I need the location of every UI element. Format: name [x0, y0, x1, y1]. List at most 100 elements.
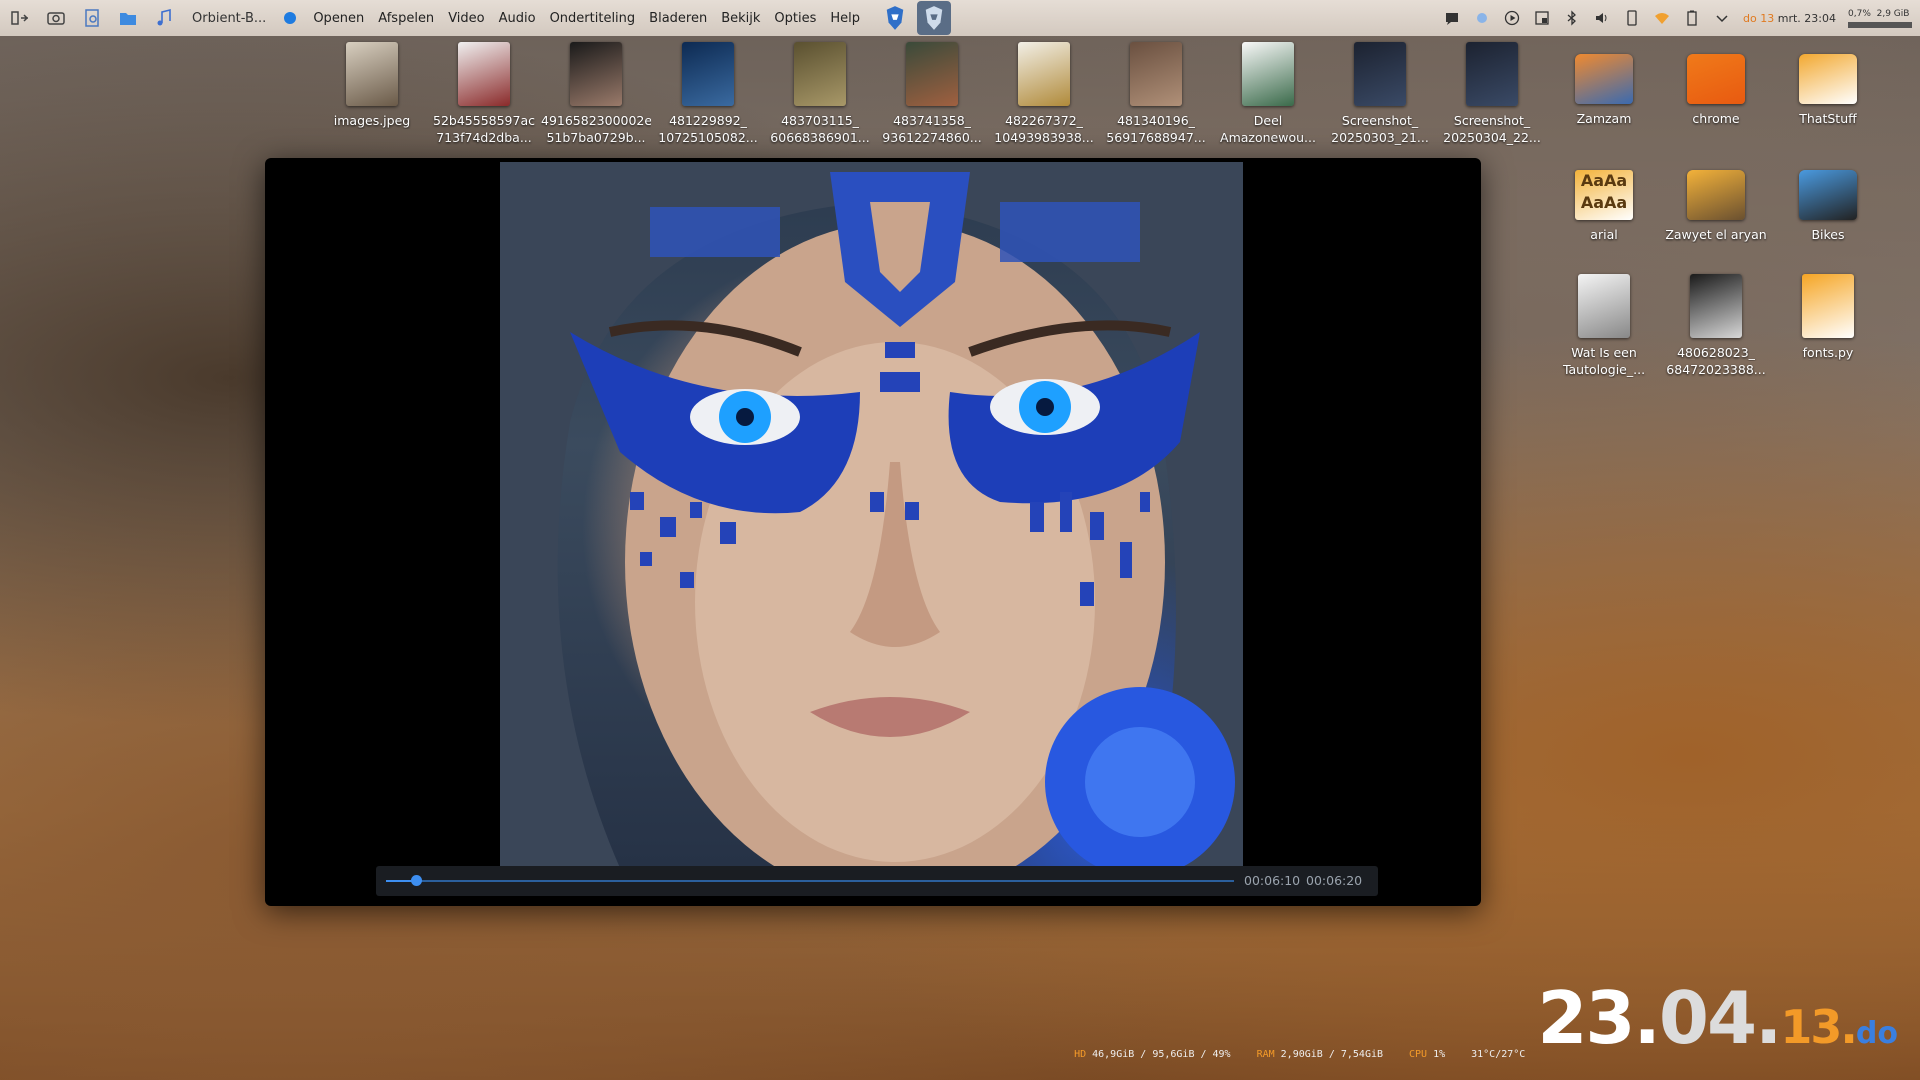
tray-mem-bar: [1848, 21, 1912, 28]
file-thumbnail: [1354, 42, 1406, 106]
desktop-icon-label-line2: 56917688947...: [1106, 130, 1206, 145]
file-thumbnail: [1018, 42, 1070, 106]
ram-label: RAM: [1256, 1049, 1275, 1060]
seek-handle[interactable]: [410, 875, 422, 886]
chevron-down-icon[interactable]: [1713, 9, 1731, 27]
menu-bar: Openen Afspelen Video Audio Ondertitelin…: [306, 11, 867, 26]
active-window-title[interactable]: Orbient-B...: [192, 11, 266, 26]
document-viewer-icon[interactable]: [80, 6, 104, 30]
temp-value: 31°C/27°C: [1471, 1049, 1526, 1060]
bluetooth-icon[interactable]: [1563, 9, 1581, 27]
system-tray: do 13 mrt. 23:04 0,7% 2,9 GiB: [1443, 0, 1912, 36]
seek-bar[interactable]: [386, 875, 1234, 886]
desktop-icon-label-line2: Amazonewou...: [1220, 130, 1316, 145]
desktop-icon-label-line2: 10725105082...: [658, 130, 758, 145]
media-player-icon: [284, 12, 297, 24]
menu-opties[interactable]: Opties: [767, 11, 823, 26]
desktop-icon-label: images.jpeg: [333, 113, 411, 128]
file-thumbnail: [570, 42, 622, 106]
desktop-icon[interactable]: fonts.py: [1773, 274, 1883, 361]
file-thumbnail: [1242, 42, 1294, 106]
folder-icon: [1799, 54, 1857, 104]
tray-resource-monitor[interactable]: 0,7% 2,9 GiB: [1848, 9, 1912, 28]
menu-ondertiteling[interactable]: Ondertiteling: [543, 11, 643, 26]
volume-icon[interactable]: [1593, 9, 1611, 27]
desktop-icon[interactable]: 483741358_ 93612274860...: [877, 42, 987, 146]
desktop-icon-label-line2: 713f74d2dba...: [436, 130, 532, 145]
desktop-icon[interactable]: 480628023_ 68472023388...: [1661, 274, 1771, 378]
tray-cpu-value: 0,7%: [1848, 8, 1871, 19]
screenshot-icon[interactable]: [44, 6, 68, 30]
file-manager-icon[interactable]: [116, 6, 140, 30]
desktop-icon[interactable]: 482267372_ 10493983938...: [989, 42, 1099, 146]
menu-audio[interactable]: Audio: [492, 11, 543, 26]
desktop-icon[interactable]: 52b45558597ac 713f74d2dba...: [429, 42, 539, 146]
battery-icon[interactable]: [1683, 9, 1701, 27]
panel-launcher-icon[interactable]: [8, 6, 32, 30]
wifi-icon[interactable]: [1653, 9, 1671, 27]
file-thumbnail: [1578, 274, 1630, 338]
desktop-icon-label: 480628023_: [1677, 345, 1755, 360]
desktop-icon-label-line2: 93612274860...: [882, 130, 982, 145]
tray-clock[interactable]: do 13 mrt. 23:04: [1743, 12, 1836, 25]
clock-month: 04.: [1658, 976, 1783, 1060]
network-icon[interactable]: [1473, 9, 1491, 27]
desktop-icon[interactable]: Wat Is een Tautologie_...: [1549, 274, 1659, 378]
file-thumbnail: [1466, 42, 1518, 106]
media-player-window[interactable]: 00:06:10 00:06:20: [265, 158, 1481, 906]
phone-icon[interactable]: [1623, 9, 1641, 27]
desktop-icon[interactable]: Deel Amazonewou...: [1213, 42, 1323, 146]
file-thumbnail: [1690, 274, 1742, 338]
desktop-icon-label: 4916582300002e: [541, 113, 651, 128]
conky-widget: HD 46,9GiB / 95,6GiB / 49% RAM 2,90GiB / 7…: [1074, 982, 1898, 1070]
desktop-icon[interactable]: 481340196_ 56917688947...: [1101, 42, 1211, 146]
notes-icon[interactable]: [1443, 9, 1461, 27]
desktop-icon[interactable]: AaAa AaAa arial: [1549, 158, 1659, 243]
desktop-icon-label: 481229892_: [669, 113, 747, 128]
desktop-icon[interactable]: chrome: [1661, 42, 1771, 127]
file-thumbnail: [682, 42, 734, 106]
menu-video[interactable]: Video: [441, 11, 491, 26]
desktop-icon[interactable]: 483703115_ 60668386901...: [765, 42, 875, 146]
desktop-icon-label-line2: 51b7ba0729b...: [546, 130, 646, 145]
desktop-icon[interactable]: ThatStuff: [1773, 42, 1883, 127]
desktop-icon[interactable]: 481229892_ 10725105082...: [653, 42, 763, 146]
desktop-icon-label: Zawyet el aryan: [1665, 227, 1767, 242]
tray-time: 23:04: [1804, 11, 1836, 25]
desktop-icon-label-line2: 60668386901...: [770, 130, 870, 145]
desktop-icon[interactable]: Screenshot_ 20250303_21...: [1325, 42, 1435, 146]
desktop-icon[interactable]: Zawyet el aryan: [1661, 158, 1771, 243]
desktop-icon-label-line2: 20250303_21...: [1331, 130, 1429, 145]
desktop-icon-label: Zamzam: [1576, 111, 1632, 126]
desktop-icon-label-line2: Tautologie_...: [1562, 362, 1646, 377]
desktop-icon[interactable]: Zamzam: [1549, 42, 1659, 127]
brave-browser-active-icon[interactable]: [917, 1, 952, 35]
clock-weekday: do: [1855, 1016, 1898, 1051]
media-play-icon[interactable]: [1503, 9, 1521, 27]
desktop-icon[interactable]: 4916582300002e 51b7ba0729b...: [541, 42, 651, 146]
menu-afspelen[interactable]: Afspelen: [371, 11, 441, 26]
menu-openen[interactable]: Openen: [306, 11, 371, 26]
clock-day: 23.: [1537, 976, 1661, 1060]
menu-help[interactable]: Help: [823, 11, 867, 26]
brave-browser-icon[interactable]: [881, 3, 909, 33]
tray-mem-value: 2,9 GiB: [1876, 8, 1910, 19]
desktop-icon[interactable]: Screenshot_ 20250304_22...: [1437, 42, 1547, 146]
desktop-icon-label: fonts.py: [1802, 345, 1854, 360]
file-thumbnail: [346, 42, 398, 106]
total-time: 00:06:20: [1306, 873, 1363, 888]
desktop-icon[interactable]: Bikes: [1773, 158, 1883, 243]
folder-icon: [1687, 170, 1745, 220]
cpu-label: CPU: [1409, 1049, 1428, 1060]
folder-icon: [1799, 170, 1857, 220]
desktop-icon-label: Deel: [1253, 113, 1283, 128]
tray-weekday: do: [1743, 11, 1757, 25]
desktop-icon-label-line2: 68472023388...: [1666, 362, 1766, 377]
desktop-icon[interactable]: images.jpeg: [317, 42, 427, 129]
file-thumbnail: [458, 42, 510, 106]
menu-bladeren[interactable]: Bladeren: [642, 11, 714, 26]
clipboard-icon[interactable]: [1533, 9, 1551, 27]
menu-bekijk[interactable]: Bekijk: [714, 11, 767, 26]
music-player-icon[interactable]: [152, 6, 176, 30]
clock-hour: 13.: [1780, 1000, 1857, 1054]
